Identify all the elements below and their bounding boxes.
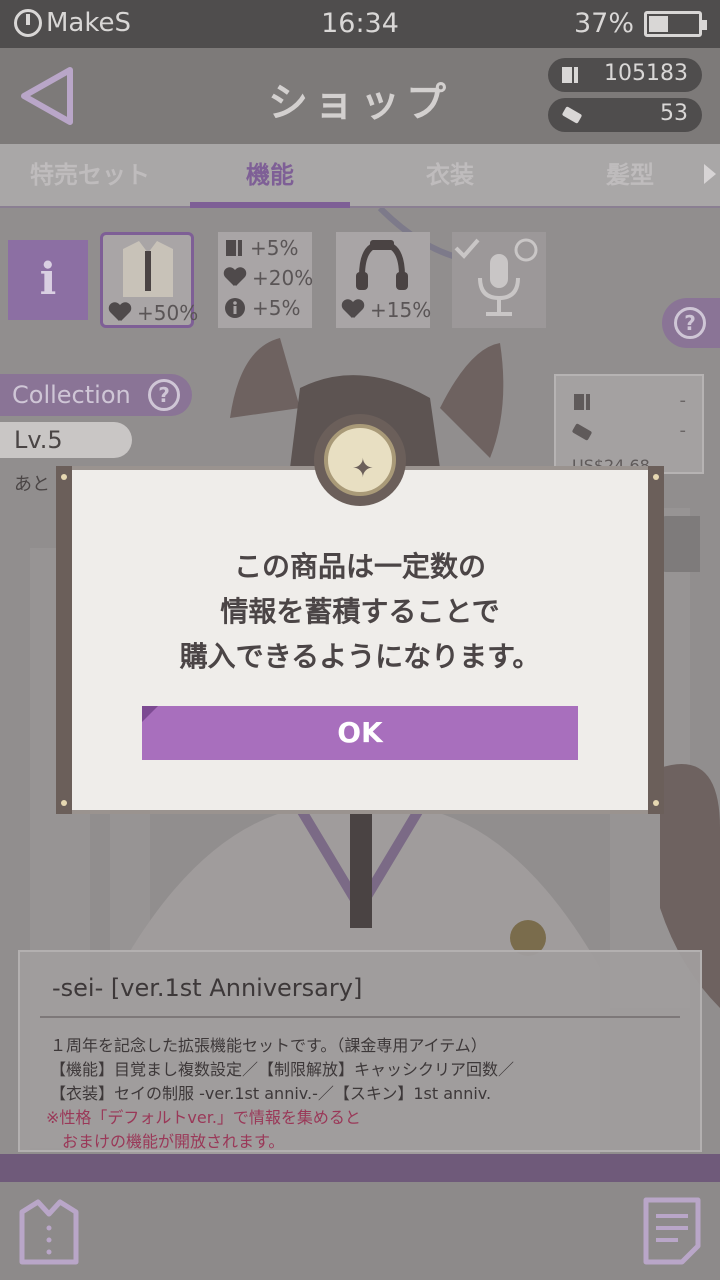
ticket-icon <box>562 106 582 124</box>
tab-functions[interactable]: 機能 <box>190 144 350 208</box>
ok-button-label: OK <box>337 716 383 749</box>
battery-percent: 37% <box>573 8 634 39</box>
notebook-icon <box>574 394 590 410</box>
tab-sale-set[interactable]: 特売セット <box>0 144 180 206</box>
item-headphones-bonus: +15% <box>370 298 432 322</box>
ok-button[interactable]: OK <box>142 706 578 760</box>
collection-remaining: あと <box>14 474 50 495</box>
moon-emblem-icon: ✦ <box>314 414 406 506</box>
tab-bar: 特売セット 機能 衣装 髪型 <box>0 144 720 208</box>
info-currency: 105183 <box>548 58 702 92</box>
item-bonus-set[interactable]: +5% +20% +5% <box>218 232 314 328</box>
collection-label: Collection <box>12 381 131 409</box>
description-line-1: １周年を記念した拡張機能セットです。（課金専用アイテム） <box>50 1036 487 1055</box>
item-headphones[interactable]: +15% <box>336 232 432 328</box>
collection-badge[interactable]: Collection ? <box>0 374 192 416</box>
description-line-3: 【衣装】セイの制服 -ver.1st anniv.-／【スキン】1st anni… <box>50 1084 492 1103</box>
heart-icon <box>109 303 131 323</box>
price-ticket-value: - <box>679 420 687 441</box>
description-note-1: ※性格「デフォルトver.」で情報を集めると <box>46 1108 361 1127</box>
dialog-message: この商品は一定数の 情報を蓄積することで 購入できるようになります。 <box>72 544 648 679</box>
tab-hairstyle[interactable]: 髪型 <box>550 144 710 206</box>
decorative-strip <box>0 1154 720 1182</box>
dialog-message-line-2: 情報を蓄積することで <box>220 595 500 628</box>
item-uniform[interactable]: +50% <box>100 232 198 328</box>
ticket-icon <box>572 423 592 441</box>
notebook-icon <box>226 240 242 256</box>
bottom-bar <box>0 1182 720 1280</box>
price-info-value: - <box>679 390 687 411</box>
status-bar: MakeS 16:34 37% <box>0 0 720 48</box>
closet-shirt-button[interactable] <box>18 1198 80 1266</box>
info-circle-icon <box>225 298 245 318</box>
heart-icon <box>224 268 246 288</box>
ticket-count: 53 <box>660 101 688 126</box>
divider <box>40 1016 680 1018</box>
help-button[interactable]: ? <box>662 298 720 348</box>
ticket-currency: 53 <box>548 98 702 132</box>
locked-item-dialog: ✦ この商品は一定数の 情報を蓄積することで 購入できるようになります。 OK <box>56 414 664 814</box>
purchase-button[interactable] <box>660 516 700 572</box>
item-bonus-info: +5% <box>250 236 299 260</box>
tab-next-arrow-icon[interactable] <box>704 164 716 184</box>
item-uniform-bonus: +50% <box>137 301 199 325</box>
item-bonus-i: +5% <box>252 296 301 320</box>
uniform-icon <box>123 241 173 297</box>
info-count: 105183 <box>604 61 688 86</box>
question-icon: ? <box>674 307 706 339</box>
collection-help-icon[interactable]: ? <box>148 379 180 411</box>
tab-costume[interactable]: 衣装 <box>370 144 530 206</box>
dialog-message-line-1: この商品は一定数の <box>233 550 486 583</box>
info-tile[interactable]: i <box>8 240 88 320</box>
item-bonus-heart: +20% <box>252 266 314 290</box>
description-line-2: 【機能】目覚まし複数設定／【制限解放】キャッシクリア回数／ <box>50 1060 515 1079</box>
dialog-message-line-3: 購入できるようになります。 <box>179 640 541 673</box>
description-note-2: おまけの機能が開放されます。 <box>46 1132 285 1151</box>
headphones-icon <box>356 240 408 290</box>
heart-icon <box>342 300 364 320</box>
memo-button[interactable] <box>642 1196 702 1266</box>
battery-icon <box>644 11 707 37</box>
microphone-icon <box>454 238 538 316</box>
header: ショップ 105183 53 <box>0 48 720 144</box>
collection-level: Lv.5 <box>0 422 132 458</box>
notebook-icon <box>562 67 578 83</box>
item-title: -sei- [ver.1st Anniversary] <box>52 974 363 1002</box>
item-microphone-owned[interactable] <box>452 232 546 328</box>
